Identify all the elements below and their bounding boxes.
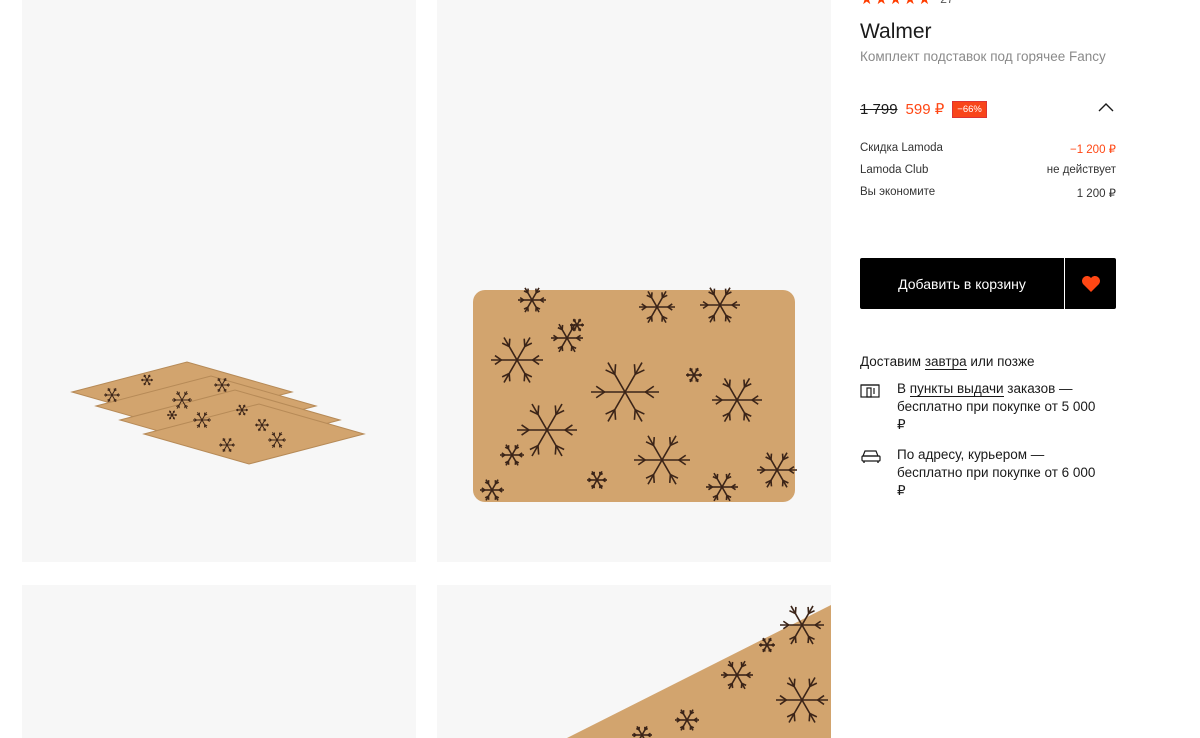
discount-row-club: Lamoda Club не действует xyxy=(860,164,1116,176)
old-price: 1 799 xyxy=(860,100,898,118)
discount-badge: −66% xyxy=(952,100,987,118)
rating-stars: ★★★★★ xyxy=(860,0,932,8)
heart-icon xyxy=(1081,275,1100,292)
chevron-up-icon[interactable] xyxy=(1098,101,1114,113)
current-price: 599 ₽ xyxy=(905,101,945,118)
pickup-point-icon xyxy=(860,384,880,398)
product-image-1[interactable] xyxy=(22,0,416,562)
pickup-text: В пункты выдачи заказов — бесплатно при … xyxy=(897,380,1097,434)
mat-closeup-image xyxy=(567,605,831,738)
delivery-title-post: или позже xyxy=(970,354,1035,369)
courier-text: По адресу, курьером — бесплатно при поку… xyxy=(897,447,1096,498)
delivery-title: Доставим завтра или позже xyxy=(860,354,1035,370)
product-image-4[interactable] xyxy=(437,585,831,738)
pickup-points-link[interactable]: пункты выдачи xyxy=(909,381,1004,397)
car-icon xyxy=(861,450,881,463)
brand-name[interactable]: Walmer xyxy=(860,20,932,44)
delivery-date-link[interactable]: завтра xyxy=(924,354,967,370)
price-row: 1 799 599 ₽ −66% xyxy=(860,99,1116,119)
discount-label: Скидка Lamoda xyxy=(860,142,943,154)
product-name: Комплект подставок под горячее Fancy xyxy=(860,49,1106,64)
product-image-2[interactable] xyxy=(437,0,831,562)
discount-value: 1 200 ₽ xyxy=(1076,188,1116,200)
discount-row-lamoda: Скидка Lamoda −1 200 ₽ xyxy=(860,142,1116,156)
discount-value: −1 200 ₽ xyxy=(1069,144,1116,156)
pickup-pre: В xyxy=(897,381,907,396)
cork-mat xyxy=(473,290,795,502)
discount-label: Lamoda Club xyxy=(860,164,929,176)
discount-row-savings: Вы экономите 1 200 ₽ xyxy=(860,186,1116,200)
single-mat-image xyxy=(473,287,797,502)
discount-label: Вы экономите xyxy=(860,186,936,198)
favorite-button[interactable] xyxy=(1065,258,1116,309)
stacked-mats-image xyxy=(70,361,366,465)
rating[interactable]: ★★★★★ 27 xyxy=(860,0,954,8)
discount-value: не действует xyxy=(1046,164,1116,176)
add-to-cart-button[interactable]: Добавить в корзину xyxy=(860,258,1064,309)
delivery-title-pre: Доставим xyxy=(860,354,922,369)
rating-count: 27 xyxy=(940,0,953,6)
product-image-3[interactable] xyxy=(22,585,416,738)
